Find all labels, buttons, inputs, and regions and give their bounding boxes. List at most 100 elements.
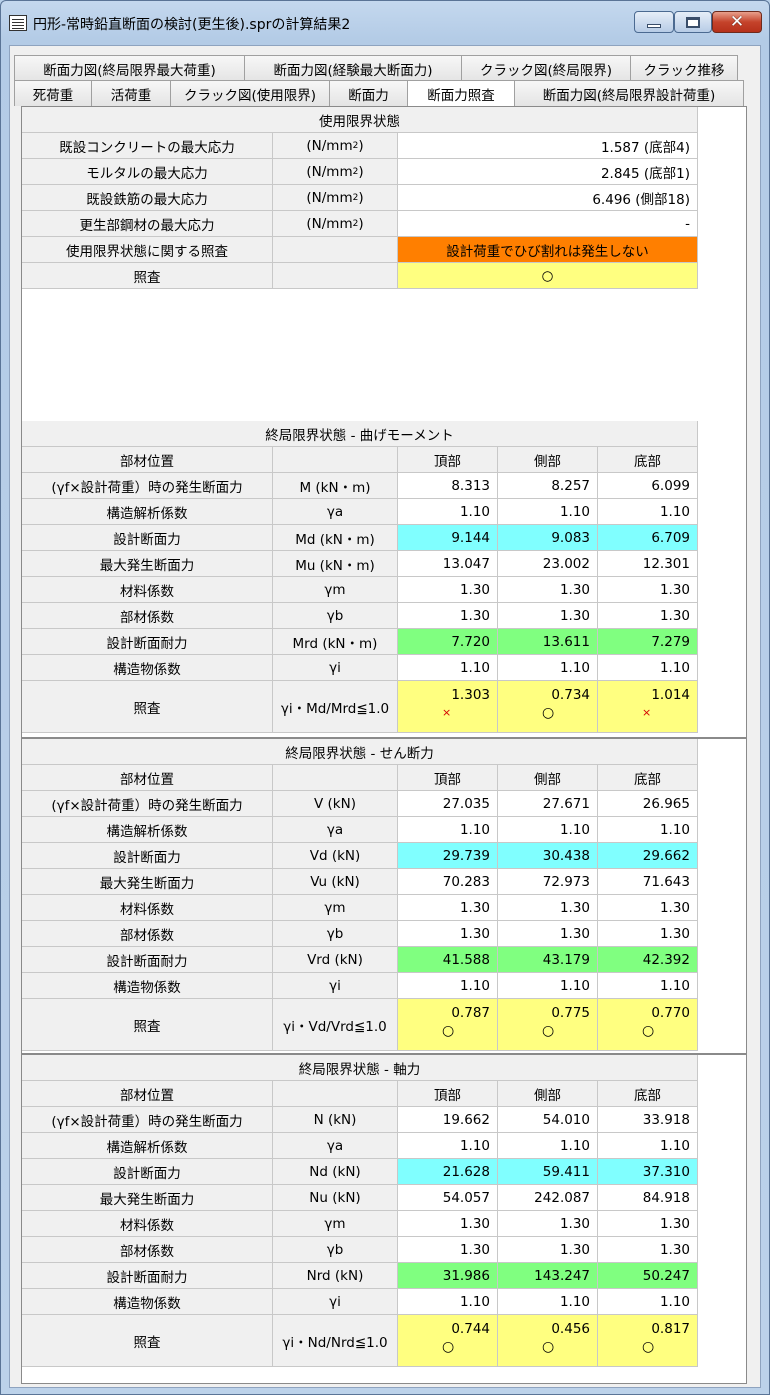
tab-section-force-check[interactable]: 断面力照査 <box>407 80 515 106</box>
row-unit <box>273 447 398 473</box>
row-unit: Md (kN・m) <box>273 525 398 551</box>
row-unit: γa <box>273 817 398 843</box>
column-header: 側部 <box>498 765 598 791</box>
row-value: 8.257 <box>498 473 598 499</box>
row-unit: γb <box>273 921 398 947</box>
service-table: 使用限界状態 既設コンクリートの最大応力 (N/mm 2) 1.587 (底部4) モル… <box>22 107 698 289</box>
service-row: 既設コンクリートの最大応力 (N/mm 2) 1.587 (底部4) <box>22 133 698 159</box>
row-value: 1.30 <box>598 577 698 603</box>
row-unit: γa <box>273 499 398 525</box>
row-label: (γf×設計荷重）時の発生断面力 <box>22 473 273 499</box>
ok-mark-icon: ○ <box>542 1339 555 1355</box>
row-value: - <box>398 211 698 237</box>
table-row: 構造解析係数 γa 1.10 1.10 1.10 <box>22 499 698 525</box>
table-row: 部材係数 γb 1.30 1.30 1.30 <box>22 603 698 629</box>
close-icon: ✕ <box>729 11 745 32</box>
row-label: 照査 <box>22 681 273 733</box>
row-value: 1.30 <box>498 1211 598 1237</box>
judge-cell: 0.744 ○ <box>398 1315 498 1367</box>
row-value: 13.611 <box>498 629 598 655</box>
row-value: 43.179 <box>498 947 598 973</box>
row-unit: V (kN) <box>273 791 398 817</box>
row-value: 1.10 <box>498 499 598 525</box>
tab-crack-transition[interactable]: クラック推移 <box>630 55 738 81</box>
judge-cell: 0.817 ○ <box>598 1315 698 1367</box>
title-bar[interactable]: 円形-常時鉛直断面の検討(更生後).sprの計算結果2 ✕ <box>1 1 769 45</box>
row-value: 1.30 <box>598 921 698 947</box>
table-row: 構造解析係数 γa 1.10 1.10 1.10 <box>22 817 698 843</box>
table-row: 設計断面力 Md (kN・m) 9.144 9.083 6.709 <box>22 525 698 551</box>
row-value: 54.010 <box>498 1107 598 1133</box>
table-row: 部材係数 γb 1.30 1.30 1.30 <box>22 1237 698 1263</box>
maximize-button[interactable] <box>674 11 712 33</box>
check-panel: 使用限界状態 既設コンクリートの最大応力 (N/mm 2) 1.587 (底部4) モル… <box>21 106 747 1384</box>
row-value: 27.671 <box>498 791 598 817</box>
tab-dead-load[interactable]: 死荷重 <box>14 80 92 106</box>
tab-moment-experienced-max[interactable]: 断面力図(経験最大断面力) <box>244 55 462 81</box>
table-row: 設計断面力 Nd (kN) 21.628 59.411 37.310 <box>22 1159 698 1185</box>
judge-value: 1.303 <box>451 687 490 703</box>
tab-crack-service[interactable]: クラック図(使用限界) <box>170 80 330 106</box>
row-unit: Vrd (kN) <box>273 947 398 973</box>
row-unit: N (kN) <box>273 1107 398 1133</box>
tab-live-load[interactable]: 活荷重 <box>91 80 171 106</box>
column-header: 頂部 <box>398 1081 498 1107</box>
judge-cell: 0.734 ○ <box>498 681 598 733</box>
row-value: 1.10 <box>398 1289 498 1315</box>
row-value: 1.10 <box>598 655 698 681</box>
results-window: 円形-常時鉛直断面の検討(更生後).sprの計算結果2 ✕ 断面力図(終局限界最… <box>0 0 770 1395</box>
row-unit: M (kN・m) <box>273 473 398 499</box>
row-value: 42.392 <box>598 947 698 973</box>
row-label: 照査 <box>22 999 273 1051</box>
row-value: 242.087 <box>498 1185 598 1211</box>
unit-text: (N/mm <box>306 215 353 232</box>
minimize-button[interactable] <box>634 11 674 33</box>
column-header: 底部 <box>598 765 698 791</box>
judge-cell: 0.456 ○ <box>498 1315 598 1367</box>
row-value: 84.918 <box>598 1185 698 1211</box>
unit-text: (N/mm <box>306 137 353 154</box>
table-row: 構造物係数 γi 1.10 1.10 1.10 <box>22 973 698 999</box>
table-row: 設計断面耐力 Nrd (kN) 31.986 143.247 50.247 <box>22 1263 698 1289</box>
row-label: (γf×設計荷重）時の発生断面力 <box>22 1107 273 1133</box>
table-row: 材料係数 γm 1.30 1.30 1.30 <box>22 577 698 603</box>
row-label: 最大発生断面力 <box>22 551 273 577</box>
tab-crack-ultimate[interactable]: クラック図(終局限界) <box>461 55 631 81</box>
row-label: 構造物係数 <box>22 655 273 681</box>
judge-cell: 1.303 × <box>398 681 498 733</box>
table-row: 設計断面力 Vd (kN) 29.739 30.438 29.662 <box>22 843 698 869</box>
row-value: 1.10 <box>398 1133 498 1159</box>
row-value: 26.965 <box>598 791 698 817</box>
column-header-row: 部材位置 頂部 側部 底部 <box>22 765 698 791</box>
row-value: 1.30 <box>598 1237 698 1263</box>
bending-moment-section: 終局限界状態 - 曲げモーメント 部材位置 頂部 側部 底部 (γf×設計荷重）時の発生断… <box>22 421 746 737</box>
unit-text: (N/mm <box>306 163 353 180</box>
row-label: 最大発生断面力 <box>22 869 273 895</box>
table-row: 構造物係数 γi 1.10 1.10 1.10 <box>22 1289 698 1315</box>
row-unit: γb <box>273 1237 398 1263</box>
minimize-icon <box>647 24 661 28</box>
row-label: 設計断面力 <box>22 1159 273 1185</box>
unit-text-end: ) <box>358 163 364 180</box>
row-value: 1.30 <box>498 577 598 603</box>
table-row: 設計断面耐力 Vrd (kN) 41.588 43.179 42.392 <box>22 947 698 973</box>
row-unit: Vd (kN) <box>273 843 398 869</box>
tab-moment-ultimate-design[interactable]: 断面力図(終局限界設計荷重) <box>514 80 744 106</box>
row-unit: γi <box>273 973 398 999</box>
row-unit <box>273 1081 398 1107</box>
row-value: 37.310 <box>598 1159 698 1185</box>
tab-moment-ultimate-max[interactable]: 断面力図(終局限界最大荷重) <box>14 55 245 81</box>
table-row: 最大発生断面力 Mu (kN・m) 13.047 23.002 12.301 <box>22 551 698 577</box>
close-button[interactable]: ✕ <box>712 11 762 33</box>
row-value: 1.10 <box>398 655 498 681</box>
row-label: 材料係数 <box>22 577 273 603</box>
service-row: 既設鉄筋の最大応力 (N/mm 2) 6.496 (側部18) <box>22 185 698 211</box>
tab-row-2: 死荷重 活荷重 クラック図(使用限界) 断面力 断面力照査 断面力図(終局限界設… <box>14 80 744 106</box>
row-unit: (N/mm 2) <box>273 211 398 237</box>
ok-mark-icon: ○ <box>442 1023 455 1039</box>
row-value: 1.30 <box>598 1211 698 1237</box>
row-value: 12.301 <box>598 551 698 577</box>
row-value: 1.10 <box>498 1133 598 1159</box>
service-row: 更生部鋼材の最大応力 (N/mm 2) - <box>22 211 698 237</box>
tab-section-force[interactable]: 断面力 <box>329 80 408 106</box>
